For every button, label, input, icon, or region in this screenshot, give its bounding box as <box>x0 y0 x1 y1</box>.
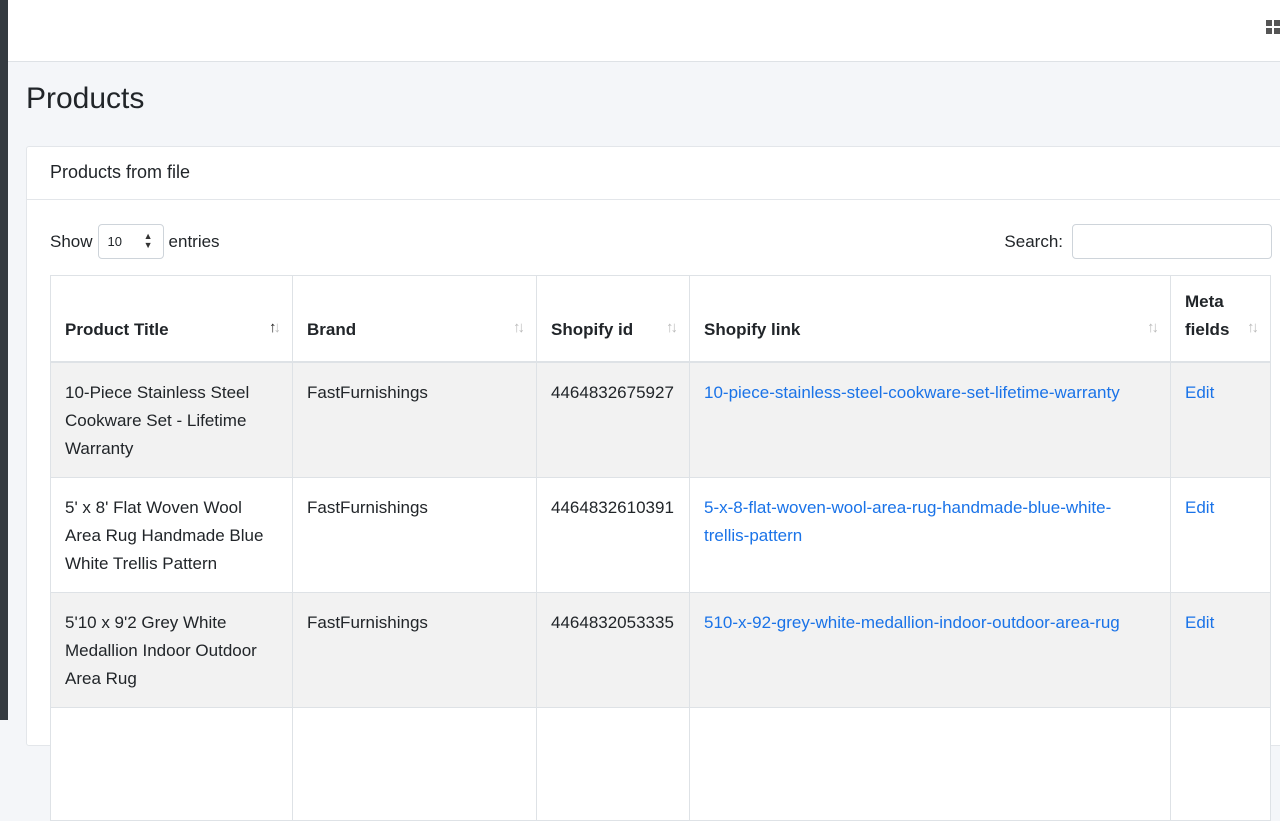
shopify-link[interactable]: 10-piece-stainless-steel-cookware-set-li… <box>704 383 1120 402</box>
cell-product-title: 10-Piece Stainless Steel Cookware Set - … <box>50 361 293 478</box>
column-label: Shopify link <box>704 319 801 339</box>
apps-grid-icon[interactable] <box>1266 20 1280 34</box>
cell-shopify-link: 510-x-92-grey-white-medallion-indoor-out… <box>689 591 1171 708</box>
cell-shopify-id: 4464832610391 <box>536 476 690 593</box>
search-label: Search: <box>1004 231 1063 251</box>
show-label: Show <box>50 231 93 251</box>
top-navbar <box>8 0 1280 62</box>
cell-product-title <box>50 706 293 821</box>
page-length-value: 10 <box>107 234 122 249</box>
column-label: Meta fields <box>1185 291 1230 339</box>
search-control: Search: <box>1004 224 1272 259</box>
sort-asc-icon: ↑↓ <box>269 318 281 336</box>
shopify-link[interactable]: 510-x-92-grey-white-medallion-indoor-out… <box>704 613 1120 632</box>
page-title: Products <box>26 82 145 115</box>
sort-arrows-icon: ↑↓ <box>513 318 525 336</box>
table-row: 10-Piece Stainless Steel Cookware Set - … <box>50 361 1271 478</box>
cell-shopify-link: 5-x-8-flat-woven-wool-area-rug-handmade-… <box>689 476 1171 593</box>
table-header-row: Product Title ↑↓ Brand ↑↓ Shopify id ↑↓ … <box>50 275 1271 363</box>
shopify-link[interactable]: 5-x-8-flat-woven-wool-area-rug-handmade-… <box>704 498 1111 545</box>
cell-brand: FastFurnishings <box>292 361 537 478</box>
cell-meta-fields: Edit <box>1170 591 1271 708</box>
cell-meta-fields <box>1170 706 1271 821</box>
table-row: 5'10 x 9'2 Grey White Medallion Indoor O… <box>50 591 1271 708</box>
cell-meta-fields: Edit <box>1170 361 1271 478</box>
column-header-meta-fields[interactable]: Meta fields ↑↓ <box>1170 275 1271 363</box>
sort-arrows-icon: ↑↓ <box>1147 318 1159 336</box>
column-header-product-title[interactable]: Product Title ↑↓ <box>50 275 293 363</box>
sidebar-edge <box>0 0 8 720</box>
cell-brand: FastFurnishings <box>292 591 537 708</box>
cell-shopify-link <box>689 706 1171 821</box>
entries-label: entries <box>168 231 220 251</box>
sort-arrows-icon: ↑↓ <box>1247 318 1259 336</box>
sort-arrows-icon: ↑↓ <box>666 318 678 336</box>
column-header-brand[interactable]: Brand ↑↓ <box>292 275 537 363</box>
column-label: Product Title <box>65 319 169 339</box>
table-row: 5' x 8' Flat Woven Wool Area Rug Handmad… <box>50 476 1271 593</box>
card-header: Products from file <box>27 147 1280 200</box>
cell-brand: FastFurnishings <box>292 476 537 593</box>
table-controls: Show 10 ▲ ▼ entries Search: <box>50 224 1272 260</box>
cell-shopify-id <box>536 706 690 821</box>
edit-meta-link[interactable]: Edit <box>1185 383 1214 402</box>
column-header-shopify-link[interactable]: Shopify link ↑↓ <box>689 275 1171 363</box>
page-length-control: Show 10 ▲ ▼ entries <box>50 224 220 259</box>
select-arrows-icon: ▲ ▼ <box>143 231 153 250</box>
page-length-select[interactable]: 10 ▲ ▼ <box>97 224 164 259</box>
edit-meta-link[interactable]: Edit <box>1185 498 1214 517</box>
cell-shopify-id: 4464832675927 <box>536 361 690 478</box>
search-input[interactable] <box>1072 224 1272 259</box>
column-header-shopify-id[interactable]: Shopify id ↑↓ <box>536 275 690 363</box>
cell-shopify-link: 10-piece-stainless-steel-cookware-set-li… <box>689 361 1171 478</box>
cell-product-title: 5'10 x 9'2 Grey White Medallion Indoor O… <box>50 591 293 708</box>
column-label: Brand <box>307 319 357 339</box>
products-table: Product Title ↑↓ Brand ↑↓ Shopify id ↑↓ … <box>50 275 1271 821</box>
cell-shopify-id: 4464832053335 <box>536 591 690 708</box>
cell-product-title: 5' x 8' Flat Woven Wool Area Rug Handmad… <box>50 476 293 593</box>
cell-brand <box>292 706 537 821</box>
column-label: Shopify id <box>551 319 634 339</box>
cell-meta-fields: Edit <box>1170 476 1271 593</box>
products-card: Products from file Show 10 ▲ ▼ entries Se… <box>26 146 1280 821</box>
table-row <box>50 706 1271 821</box>
edit-meta-link[interactable]: Edit <box>1185 613 1214 632</box>
